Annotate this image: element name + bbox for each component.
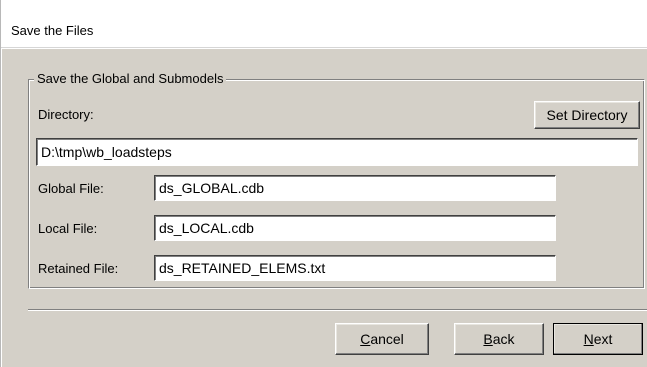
back-label-rest: ack <box>492 331 515 347</box>
cancel-button[interactable]: Cancel <box>335 323 429 355</box>
set-directory-button[interactable]: Set Directory <box>534 101 640 129</box>
global-file-input[interactable] <box>154 175 556 201</box>
groupbox-legend: Save the Global and Submodels <box>34 72 227 86</box>
title-bar[interactable]: Save the Files <box>1 0 647 48</box>
dialog-client-area: Save the Global and Submodels Directory:… <box>2 49 647 367</box>
dialog-window: Save the Files Save the Global and Submo… <box>0 0 647 367</box>
retained-file-label: Retained File: <box>38 261 119 276</box>
next-hotkey: N <box>583 331 594 347</box>
next-label-rest: ext <box>593 331 613 347</box>
retained-file-input[interactable] <box>154 255 556 281</box>
back-hotkey: B <box>483 331 493 347</box>
directory-label: Directory: <box>38 107 94 122</box>
back-button[interactable]: Back <box>454 323 544 355</box>
button-separator <box>28 309 647 311</box>
cancel-hotkey: C <box>360 331 371 347</box>
global-file-label: Global File: <box>38 181 104 196</box>
save-models-groupbox: Save the Global and Submodels Directory:… <box>28 72 647 290</box>
local-file-input[interactable] <box>154 215 556 241</box>
dialog-title: Save the Files <box>11 23 94 38</box>
local-file-label: Local File: <box>38 221 98 236</box>
next-button[interactable]: Next <box>553 323 643 355</box>
cancel-label-rest: ancel <box>370 331 404 347</box>
directory-input[interactable] <box>36 138 638 166</box>
